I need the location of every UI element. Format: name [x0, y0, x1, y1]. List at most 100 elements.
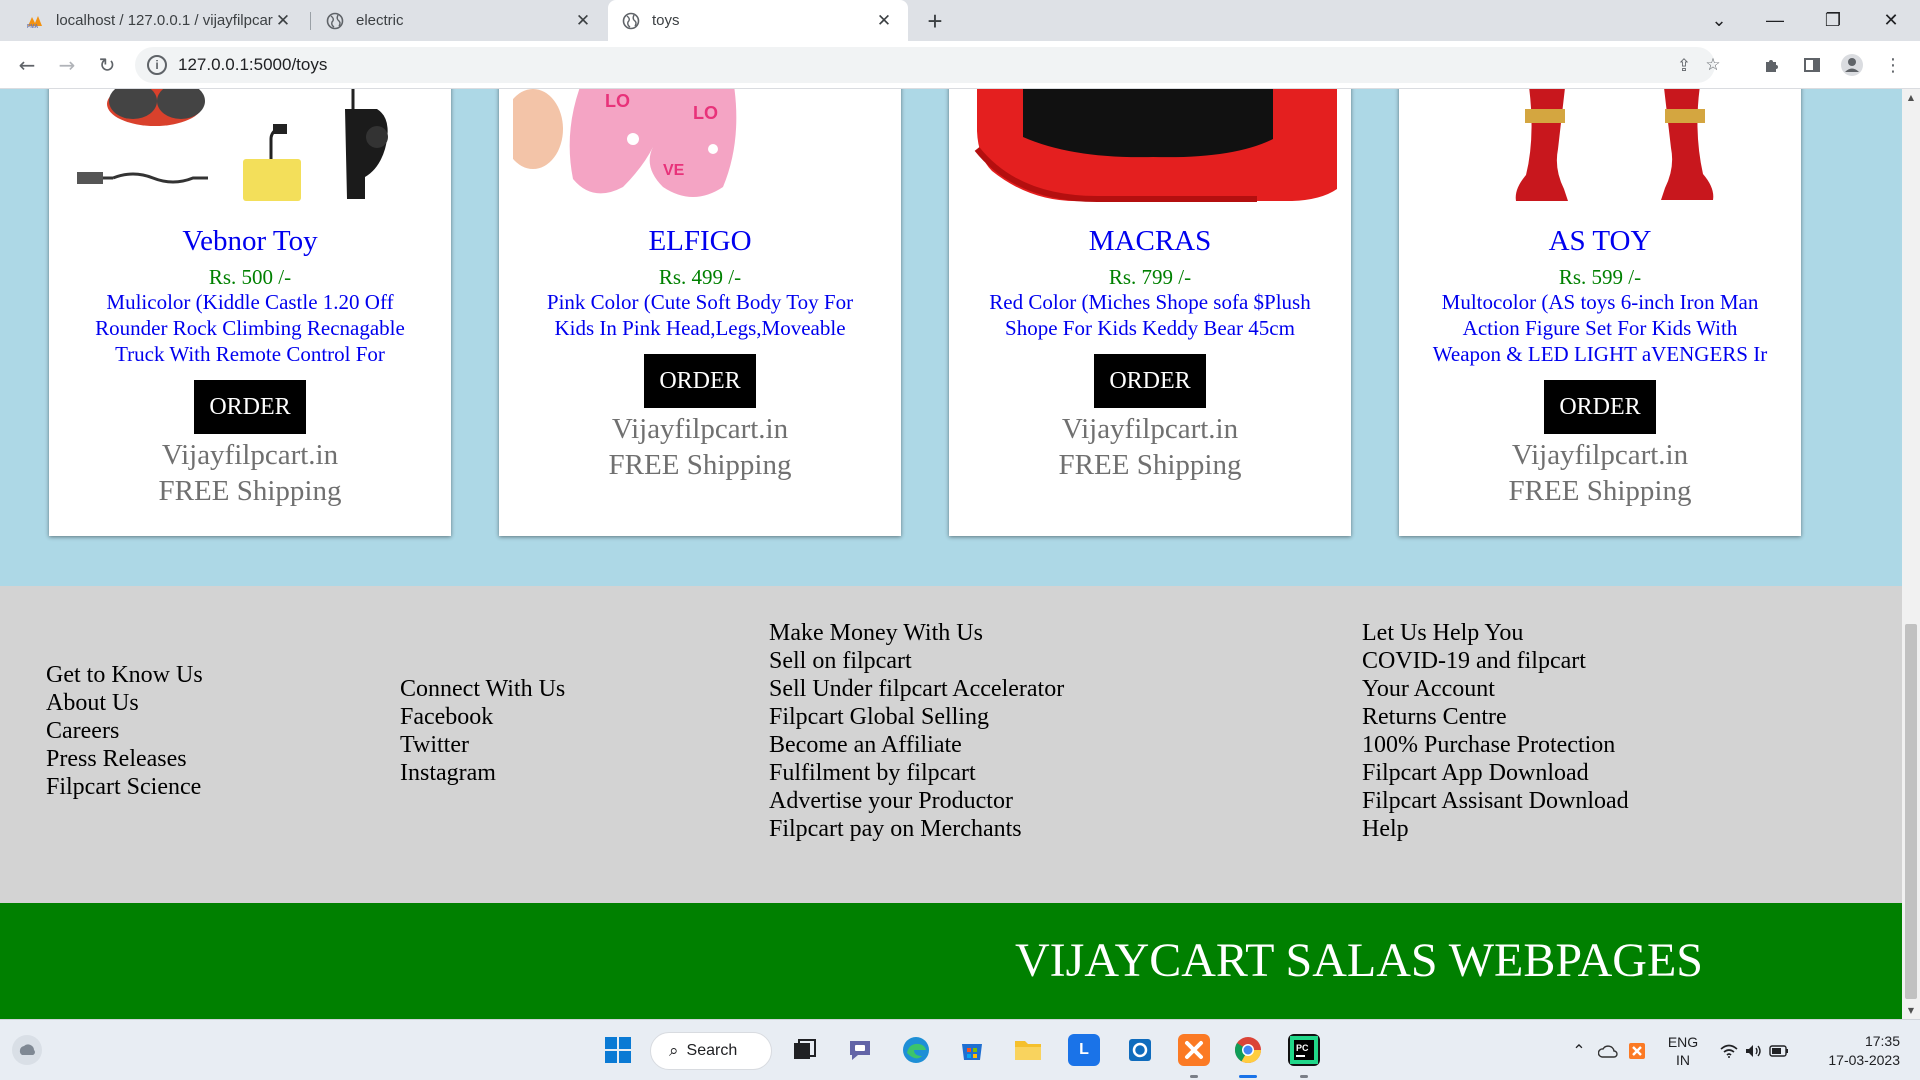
footer-heading: Get to Know Us	[46, 662, 203, 688]
footer-link[interactable]: Filpcart Global Selling	[769, 703, 1064, 731]
shipping-label: FREE Shipping	[608, 449, 792, 481]
windows-start-icon[interactable]	[602, 1034, 634, 1066]
new-tab-button[interactable]: +	[920, 6, 950, 36]
browser-menu-icon[interactable]: ⋮	[1878, 50, 1908, 80]
product-image-plush-sofa[interactable]	[963, 89, 1337, 209]
extensions-puzzle-icon[interactable]	[1757, 50, 1787, 80]
close-tab-icon[interactable]: ✕	[874, 11, 894, 31]
footer-link[interactable]: Help	[1362, 815, 1629, 843]
product-description[interactable]: Red Color (Miches Shope sofa $Plush Shop…	[979, 289, 1321, 341]
footer-link[interactable]: Filpcart pay on Merchants	[769, 815, 1064, 843]
order-button[interactable]: ORDER	[194, 380, 306, 434]
wifi-icon[interactable]	[1718, 1020, 1740, 1080]
page-viewport: Vebnor Toy Rs. 500 /- Mulicolor (Kiddle …	[0, 89, 1902, 1019]
footer-link[interactable]: Your Account	[1362, 675, 1629, 703]
weather-widget-icon[interactable]	[12, 1035, 42, 1065]
footer-link[interactable]: Instagram	[400, 759, 565, 787]
share-icon[interactable]: ⇪	[1673, 55, 1695, 77]
footer-link[interactable]: Facebook	[400, 703, 565, 731]
taskbar-search-button[interactable]: ⌕ Search	[650, 1032, 772, 1070]
edge-browser-icon[interactable]	[900, 1034, 932, 1066]
brand-label: Vijayfilpcart.in	[611, 413, 789, 445]
product-image-rc-truck[interactable]	[63, 89, 437, 209]
footer-link[interactable]: COVID-19 and filpcart	[1362, 647, 1629, 675]
xampp-icon[interactable]	[1178, 1034, 1210, 1066]
back-arrow-icon[interactable]: ←	[12, 50, 42, 80]
bookmark-star-icon[interactable]: ☆	[1702, 54, 1724, 76]
scrollbar-thumb[interactable]	[1905, 624, 1917, 999]
footer-link[interactable]: Careers	[46, 717, 203, 745]
shipping-label: FREE Shipping	[158, 475, 342, 507]
show-hidden-icons-chevron-icon[interactable]: ⌃	[1568, 1020, 1590, 1080]
language-indicator[interactable]: ENG IN	[1662, 1020, 1704, 1080]
brand-label: Vijayfilpcart.in	[1061, 413, 1239, 445]
address-bar[interactable]: i 127.0.0.1:5000/toys ⇪ ☆	[135, 47, 1721, 83]
footer-link[interactable]: Filpcart Assisant Download	[1362, 787, 1629, 815]
chrome-icon[interactable]	[1232, 1034, 1264, 1066]
footer-link[interactable]: About Us	[46, 689, 203, 717]
close-window-button[interactable]: ✕	[1868, 0, 1914, 41]
footer-link[interactable]: Filpcart Science	[46, 773, 203, 801]
site-footer: Get to Know Us About Us Careers Press Re…	[0, 586, 1902, 903]
order-button[interactable]: ORDER	[1094, 354, 1206, 408]
product-name[interactable]: ELFIGO	[499, 225, 901, 258]
volume-icon[interactable]	[1742, 1020, 1764, 1080]
restore-button[interactable]: ❐	[1810, 0, 1856, 41]
file-explorer-icon[interactable]	[1012, 1034, 1044, 1066]
clock[interactable]: 17:35 17-03-2023	[1812, 1020, 1900, 1080]
profile-avatar-icon[interactable]	[1837, 50, 1867, 80]
product-card: AS TOY Rs. 599 /- Multocolor (AS toys 6-…	[1399, 89, 1801, 536]
url-text[interactable]: 127.0.0.1:5000/toys	[178, 55, 327, 75]
task-view-icon[interactable]	[788, 1034, 820, 1066]
footer-link[interactable]: Press Releases	[46, 745, 203, 773]
scroll-down-arrow-icon[interactable]: ▼	[1902, 1002, 1920, 1019]
product-image-iron-man[interactable]	[1413, 89, 1787, 209]
footer-link[interactable]: Sell Under filpcart Accelerator	[769, 675, 1064, 703]
tab-toys[interactable]: toys ✕	[608, 0, 908, 41]
product-description[interactable]: Mulicolor (Kiddle Castle 1.20 Off Rounde…	[79, 289, 421, 367]
onedrive-cloud-icon[interactable]	[1596, 1020, 1620, 1080]
product-name[interactable]: MACRAS	[949, 225, 1351, 258]
tab-search-icon[interactable]: ⌄	[1696, 0, 1742, 41]
order-button[interactable]: ORDER	[1544, 380, 1656, 434]
microsoft-store-icon[interactable]	[956, 1034, 988, 1066]
footer-link[interactable]: Filpcart App Download	[1362, 759, 1629, 787]
footer-column-make-money: Make Money With Us Sell on filpcart Sell…	[769, 619, 1064, 843]
close-tab-icon[interactable]: ✕	[273, 11, 293, 31]
tab-phpmyadmin[interactable]: PMA localhost / 127.0.0.1 / vijayfilpcar…	[12, 0, 307, 41]
xampp-tray-icon[interactable]	[1626, 1020, 1648, 1080]
l-app-icon[interactable]: L	[1068, 1034, 1100, 1066]
pycharm-icon[interactable]: PC	[1288, 1034, 1320, 1066]
footer-link[interactable]: Fulfilment by filpcart	[769, 759, 1064, 787]
site-info-icon[interactable]: i	[147, 55, 167, 75]
footer-link[interactable]: Sell on filpcart	[769, 647, 1064, 675]
tab-electric[interactable]: electric ✕	[312, 0, 607, 41]
footer-link[interactable]: Twitter	[400, 731, 565, 759]
product-description[interactable]: Pink Color (Cute Soft Body Toy For Kids …	[529, 289, 871, 341]
minimize-button[interactable]: —	[1752, 0, 1798, 41]
product-description[interactable]: Multocolor (AS toys 6-inch Iron Man Acti…	[1429, 289, 1771, 367]
footer-link[interactable]: Advertise your Productor	[769, 787, 1064, 815]
close-tab-icon[interactable]: ✕	[573, 11, 593, 31]
page-scrollbar[interactable]: ▲ ▼	[1902, 89, 1920, 1019]
product-name[interactable]: AS TOY	[1399, 225, 1801, 258]
footer-column-get-to-know: Get to Know Us About Us Careers Press Re…	[46, 661, 203, 801]
outlook-icon[interactable]	[1124, 1034, 1156, 1066]
region-label: IN	[1676, 1051, 1690, 1068]
battery-icon[interactable]	[1768, 1020, 1790, 1080]
side-panel-icon[interactable]	[1797, 50, 1827, 80]
forward-arrow-icon[interactable]: →	[52, 50, 82, 80]
footer-link[interactable]: Become an Affiliate	[769, 731, 1064, 759]
reload-icon[interactable]: ↻	[92, 50, 122, 80]
tab-title: localhost / 127.0.0.1 / vijayfilpcart	[56, 12, 273, 29]
svg-text:LO: LO	[605, 91, 630, 111]
footer-link[interactable]: Returns Centre	[1362, 703, 1629, 731]
product-name[interactable]: Vebnor Toy	[49, 225, 451, 258]
banner-text: VIJAYCART SALAS WEBPAGES	[1015, 934, 1703, 987]
browser-tab-bar: PMA localhost / 127.0.0.1 / vijayfilpcar…	[0, 0, 1920, 41]
footer-link[interactable]: 100% Purchase Protection	[1362, 731, 1629, 759]
order-button[interactable]: ORDER	[644, 354, 756, 408]
product-image-soft-doll[interactable]: LO LO VE	[513, 89, 887, 209]
teams-chat-icon[interactable]	[844, 1034, 876, 1066]
scroll-up-arrow-icon[interactable]: ▲	[1902, 89, 1920, 106]
